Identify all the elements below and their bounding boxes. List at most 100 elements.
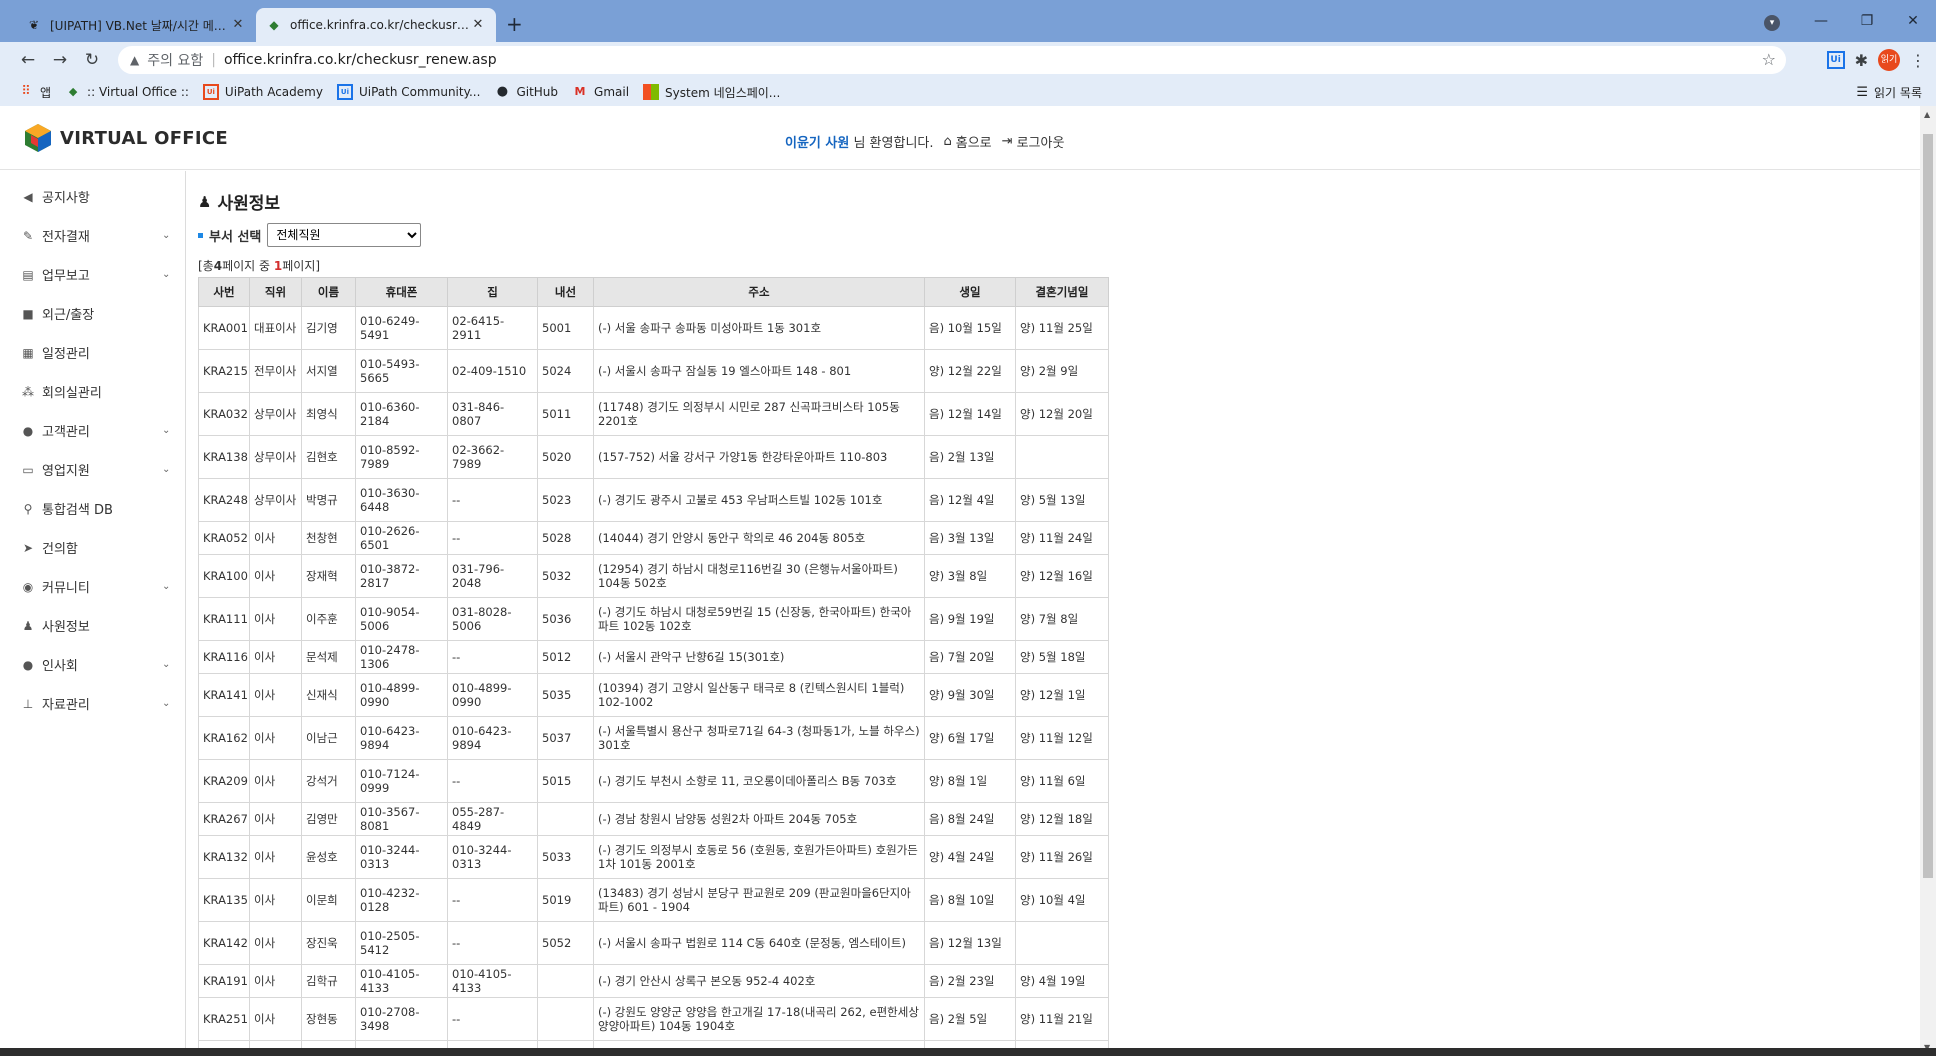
close-tab-icon[interactable]: ✕ — [230, 17, 246, 33]
restore-button[interactable]: ❐ — [1844, 13, 1890, 29]
bookmark-label: 앱 — [40, 85, 52, 100]
table-cell: (-) 서울시 관악구 난향6길 15(301호) — [593, 640, 925, 674]
sidebar-item-report[interactable]: ▤ 업무보고 ⌄ — [0, 255, 185, 294]
sidebar-item-customer[interactable]: ● 고객관리 ⌄ — [0, 411, 185, 450]
uipath-extension-icon[interactable]: Ui — [1826, 51, 1845, 69]
site-logo[interactable]: VIRTUAL OFFICE — [22, 122, 228, 154]
table-cell: 김영만 — [301, 802, 356, 836]
bookmark-uipath-academy[interactable]: Ui UiPath Academy — [202, 84, 323, 100]
sidebar-item-employee-info[interactable]: ♟ 사원정보 — [0, 606, 185, 645]
page-scrollbar[interactable]: ▲ ▼ — [1920, 106, 1936, 1056]
table-cell: 전무이사 — [249, 349, 302, 393]
table-cell: 음) 7월 20일 — [924, 640, 1016, 674]
table-cell: -- — [447, 997, 538, 1041]
sidebar-item-notice[interactable]: ◀ 공지사항 — [0, 177, 185, 216]
new-tab-button[interactable]: + — [506, 12, 523, 36]
table-row: KRA111 이사 이주훈 010-9054-5006 031-8028-5006 503… — [198, 597, 1109, 641]
reading-list-label: 읽기 목록 — [1874, 85, 1922, 100]
bookmark-uipath-community[interactable]: Ui UiPath Community... — [336, 84, 480, 100]
table-cell: 장재혁 — [301, 554, 356, 598]
bookmark-gmail[interactable]: M Gmail — [572, 84, 630, 100]
sidebar-item-meeting-room[interactable]: ⁂ 회의실관리 — [0, 372, 185, 411]
reading-list-button[interactable]: ☰ 읽기 목록 — [1856, 78, 1922, 106]
table-cell: 양) 11월 6일 — [1015, 759, 1109, 803]
extensions-puzzle-icon[interactable]: ✱ — [1855, 51, 1868, 70]
table-cell: 양) 10월 4일 — [1015, 878, 1109, 922]
table-cell: 양) 4월 19일 — [1015, 964, 1109, 998]
sidebar-item-data[interactable]: ⊥ 자료관리 ⌄ — [0, 684, 185, 723]
table-cell: (-) 경기도 의정부시 호동로 56 (호원동, 호원가든아파트) 호원가든 … — [593, 835, 925, 879]
table-cell: 이주훈 — [301, 597, 356, 641]
back-button[interactable]: ← — [12, 50, 44, 70]
scrollbar-thumb[interactable] — [1923, 134, 1933, 878]
table-row: KRA052 이사 천창현 010-2626-6501 -- 5028 (14044) 경기… — [198, 521, 1109, 555]
close-tab-icon[interactable]: ✕ — [470, 17, 486, 33]
welcome-bar: 이윤기 사원 님 환영합니다. ⌂ 홈으로 ⇥ 로그아웃 — [785, 132, 1064, 151]
table-cell: 신재식 — [301, 673, 356, 717]
sidebar-item-schedule[interactable]: ▦ 일정관리 — [0, 333, 185, 372]
sidebar-item-label: 일정관리 — [42, 347, 90, 362]
table-cell: 010-8592-7989 — [355, 435, 448, 479]
bullet-icon — [198, 232, 203, 238]
profile-avatar[interactable]: 읽기 — [1878, 49, 1900, 71]
table-cell: 010-4105-4133 — [355, 964, 448, 998]
bookmark-label: GitHub — [516, 85, 559, 99]
address-bar[interactable]: ▲ 주의 요함 | office.krinfra.co.kr/checkusr_… — [118, 46, 1786, 74]
chevron-down-icon: ⌄ — [162, 464, 171, 475]
table-cell: 010-3630-6448 — [355, 478, 448, 522]
sidebar-item-hr[interactable]: ● 인사회 ⌄ — [0, 645, 185, 684]
reload-button[interactable]: ↻ — [76, 50, 108, 70]
column-header: 직위 — [249, 277, 302, 307]
bookmark-star-icon[interactable]: ☆ — [1762, 50, 1776, 69]
table-cell: 음) 12월 14일 — [924, 392, 1016, 436]
sidebar-item-community[interactable]: ◉ 커뮤니티 ⌄ — [0, 567, 185, 606]
table-header-row: 사번 직위 이름 휴대폰 집 내선 주소 생일 결혼기념일 — [198, 277, 1109, 307]
sidebar-item-label: 커뮤니티 — [42, 581, 90, 596]
table-cell — [537, 964, 594, 998]
tab-search-icon[interactable]: ▾ — [1764, 15, 1780, 31]
page-info-suffix: 페이지] — [282, 259, 321, 273]
bookmark-virtual-office[interactable]: ◆ :: Virtual Office :: — [65, 84, 189, 100]
table-cell: -- — [447, 640, 538, 674]
table-cell: 010-6249-5491 — [355, 306, 448, 350]
browser-tab-uipath[interactable]: ❦ [UIPATH] VB.Net 날짜/시간 메소드 ✕ — [16, 8, 256, 42]
table-row: KRA209 이사 강석거 010-7124-0999 -- 5015 (-) 경기도 부천… — [198, 759, 1109, 803]
bookmark-github[interactable]: ● GitHub — [494, 84, 558, 100]
bookmark-system-namespace[interactable]: System 네임스페이... — [643, 84, 780, 101]
sidebar-item-suggestion[interactable]: ➤ 건의함 — [0, 528, 185, 567]
page-title: ♟ 사원정보 — [198, 189, 280, 215]
home-link[interactable]: ⌂ 홈으로 — [944, 132, 992, 151]
logout-link[interactable]: ⇥ 로그아웃 — [1002, 132, 1065, 151]
table-cell: 양) 4월 24일 — [924, 835, 1016, 879]
table-cell: KRA135 — [198, 878, 250, 922]
sidebar-item-approval[interactable]: ✎ 전자결재 ⌄ — [0, 216, 185, 255]
browser-tab-office[interactable]: ◆ office.krinfra.co.kr/checkusr_renew.as… — [256, 8, 496, 42]
table-cell: 상무이사 — [249, 392, 302, 436]
sidebar-item-sales[interactable]: ▭ 영업지원 ⌄ — [0, 450, 185, 489]
table-cell: 5028 — [537, 521, 594, 555]
column-header: 내선 — [537, 277, 594, 307]
warning-icon[interactable]: ▲ — [130, 53, 139, 67]
github-icon: ● — [496, 84, 509, 99]
table-cell: KRA111 — [198, 597, 250, 641]
table-cell: 양) 12월 16일 — [1015, 554, 1109, 598]
table-cell: KRA100 — [198, 554, 250, 598]
table-cell: KRA191 — [198, 964, 250, 998]
sidebar-item-label: 공지사항 — [42, 191, 90, 206]
table-cell: KRA209 — [198, 759, 250, 803]
extension-area: Ui ✱ 읽기 ⋮ — [1826, 42, 1926, 78]
send-icon: ➤ — [22, 540, 34, 555]
close-window-button[interactable]: ✕ — [1890, 13, 1936, 29]
cubes-icon: ⁂ — [22, 384, 34, 399]
bookmark-apps[interactable]: ⠿ 앱 — [18, 84, 51, 101]
department-select[interactable]: 전체직원 — [267, 223, 422, 247]
forward-button[interactable]: → — [44, 50, 76, 70]
browser-menu-icon[interactable]: ⋮ — [1910, 51, 1926, 70]
table-row: KRA251 이사 장현동 010-2708-3498 -- (-) 강원도 양양군 양양… — [198, 997, 1109, 1041]
sidebar-item-business-trip[interactable]: ■ 외근/출장 — [0, 294, 185, 333]
scroll-up-icon[interactable]: ▲ — [1924, 110, 1930, 119]
minimize-button[interactable]: — — [1798, 13, 1844, 29]
sidebar-item-search-db[interactable]: ⚲ 통합검색 DB — [0, 489, 185, 528]
table-cell: 5012 — [537, 640, 594, 674]
table-cell: (-) 서울시 송파구 잠실동 19 엘스아파트 148 - 801 — [593, 349, 925, 393]
